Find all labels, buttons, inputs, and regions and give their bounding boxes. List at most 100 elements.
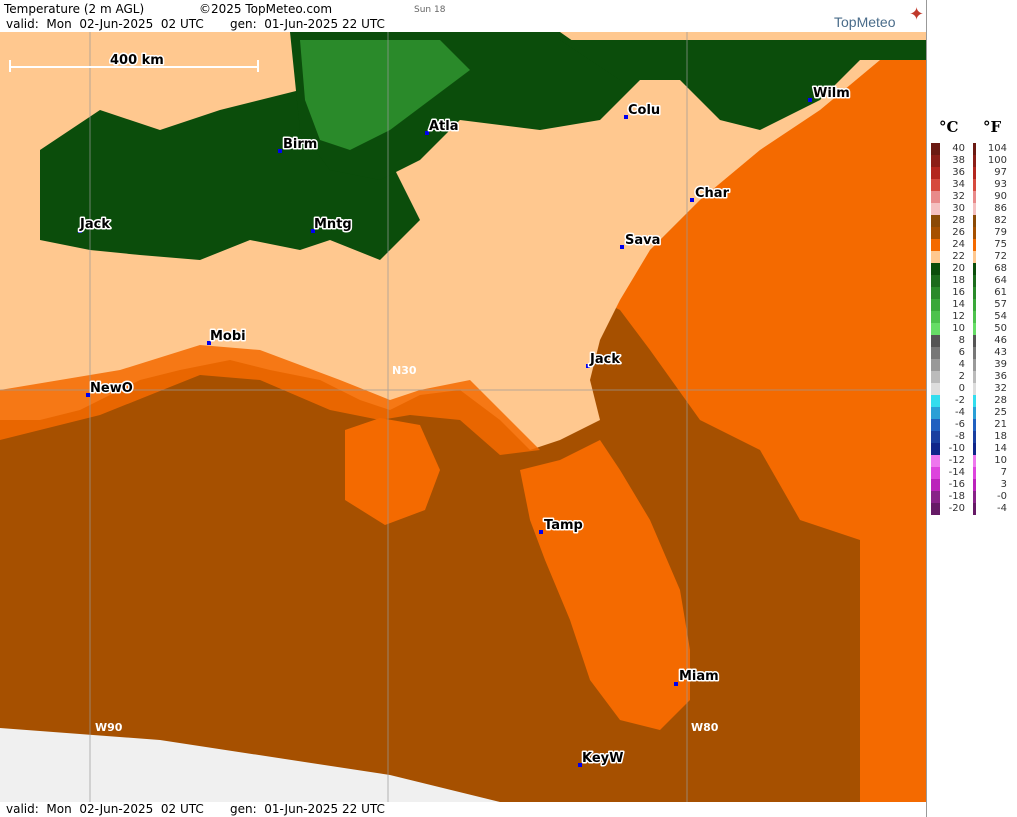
legend-fahrenheit-value: 43 [994, 347, 1007, 358]
legend-swatch [931, 179, 940, 191]
legend-fahrenheit-value: -0 [997, 491, 1007, 502]
legend-fahrenheit-value: -4 [997, 503, 1007, 514]
legend-celsius-value: -12 [948, 455, 965, 466]
legend-swatch [931, 263, 940, 275]
legend-celsius-value: -20 [948, 503, 965, 514]
legend-swatch [931, 251, 940, 263]
legend-swatch [973, 371, 976, 383]
legend-fahrenheit-value: 75 [994, 239, 1007, 250]
temperature-map[interactable]: N30 W90 W80 400 km Birm Atla Colu Wilm C… [0, 32, 926, 802]
legend-swatch [973, 227, 976, 239]
legend-swatch [973, 467, 976, 479]
header-bar: Temperature (2 m AGL) ©2025 TopMeteo.com… [0, 0, 926, 32]
legend-celsius-value: 12 [952, 311, 965, 322]
legend-row: -4 25 [927, 407, 1017, 419]
legend-swatch [931, 467, 940, 479]
legend-row: 20 68 [927, 263, 1017, 275]
legend-fahrenheit-value: 68 [994, 263, 1007, 274]
legend-fahrenheit-value: 10 [994, 455, 1007, 466]
legend-fahrenheit-value: 54 [994, 311, 1007, 322]
legend-swatch [931, 155, 940, 167]
legend-fahrenheit-value: 104 [987, 143, 1007, 154]
legend-fahrenheit-value: 82 [994, 215, 1007, 226]
footer-valid: valid: Mon 02-Jun-2025 02 UTC [6, 802, 204, 816]
legend-row: 32 90 [927, 191, 1017, 203]
legend-row: -6 21 [927, 419, 1017, 431]
legend-row: 6 43 [927, 347, 1017, 359]
gen-time: gen: 01-Jun-2025 22 UTC [230, 17, 385, 31]
legend-swatch [931, 227, 940, 239]
legend-swatch [973, 251, 976, 263]
city-label: Mobi [210, 329, 246, 344]
legend-swatch [931, 275, 940, 287]
valid-time: valid: Mon 02-Jun-2025 02 UTC [6, 17, 204, 31]
city-label: KeyW [582, 751, 623, 766]
legend-row: 34 93 [927, 179, 1017, 191]
legend-swatch [931, 311, 940, 323]
footer-gen: gen: 01-Jun-2025 22 UTC [230, 802, 385, 816]
legend-celsius-value: -2 [955, 395, 965, 406]
legend-celsius-value: 10 [952, 323, 965, 334]
legend-row: 8 46 [927, 335, 1017, 347]
city-label: NewO [90, 381, 133, 396]
legend-swatch [973, 275, 976, 287]
brand-star-icon: ✦ [909, 4, 925, 25]
legend-celsius-value: 30 [952, 203, 965, 214]
legend-celsius-value: 8 [958, 335, 965, 346]
legend-celsius-value: 16 [952, 287, 965, 298]
legend-swatch [973, 311, 976, 323]
legend-swatch [931, 143, 940, 155]
legend-celsius-value: 14 [952, 299, 965, 310]
legend-swatch [931, 455, 940, 467]
legend-swatch [931, 323, 940, 335]
legend-fahrenheit-value: 79 [994, 227, 1007, 238]
brand-logo-text: TopMeteo [834, 14, 896, 30]
legend-swatch [973, 407, 976, 419]
legend-swatch [973, 143, 976, 155]
city-label: Tamp [544, 518, 583, 533]
legend-swatch [973, 215, 976, 227]
legend-fahrenheit-value: 86 [994, 203, 1007, 214]
legend-fahrenheit-value: 100 [987, 155, 1007, 166]
legend-celsius-value: 28 [952, 215, 965, 226]
legend-swatch [973, 323, 976, 335]
legend-row: 12 54 [927, 311, 1017, 323]
legend-swatch [931, 287, 940, 299]
legend-swatch [973, 191, 976, 203]
legend-swatch [931, 191, 940, 203]
legend-row: 30 86 [927, 203, 1017, 215]
legend-swatch [973, 299, 976, 311]
legend-swatch [931, 167, 940, 179]
legend-celsius-value: -6 [955, 419, 965, 430]
legend-swatch [931, 299, 940, 311]
legend-celsius-value: 20 [952, 263, 965, 274]
legend-row: 4 39 [927, 359, 1017, 371]
legend-swatch [931, 503, 940, 515]
legend-row: 40 104 [927, 143, 1017, 155]
city-label: Miam [679, 669, 719, 684]
city-label: Sava [625, 233, 660, 248]
legend-celsius-value: -18 [948, 491, 965, 502]
product-title: Temperature (2 m AGL) [4, 2, 145, 16]
legend-swatch [931, 347, 940, 359]
legend-swatch [973, 431, 976, 443]
legend-swatch [931, 215, 940, 227]
legend-celsius-value: -4 [955, 407, 965, 418]
legend-row: 26 79 [927, 227, 1017, 239]
scale-label: 400 km [110, 53, 164, 68]
legend-fahrenheit-value: 46 [994, 335, 1007, 346]
legend-swatch [973, 395, 976, 407]
city-label: Birm [283, 137, 317, 152]
legend-row: -2 28 [927, 395, 1017, 407]
legend-row: 0 32 [927, 383, 1017, 395]
legend-celsius-value: 4 [958, 359, 965, 370]
legend-swatch [973, 203, 976, 215]
legend-row: 24 75 [927, 239, 1017, 251]
legend-celsius-value: 22 [952, 251, 965, 262]
legend-swatch [973, 383, 976, 395]
legend-row: 18 64 [927, 275, 1017, 287]
legend-row: -12 10 [927, 455, 1017, 467]
legend-swatch [931, 335, 940, 347]
legend-celsius-value: 6 [958, 347, 965, 358]
legend-row: 16 61 [927, 287, 1017, 299]
